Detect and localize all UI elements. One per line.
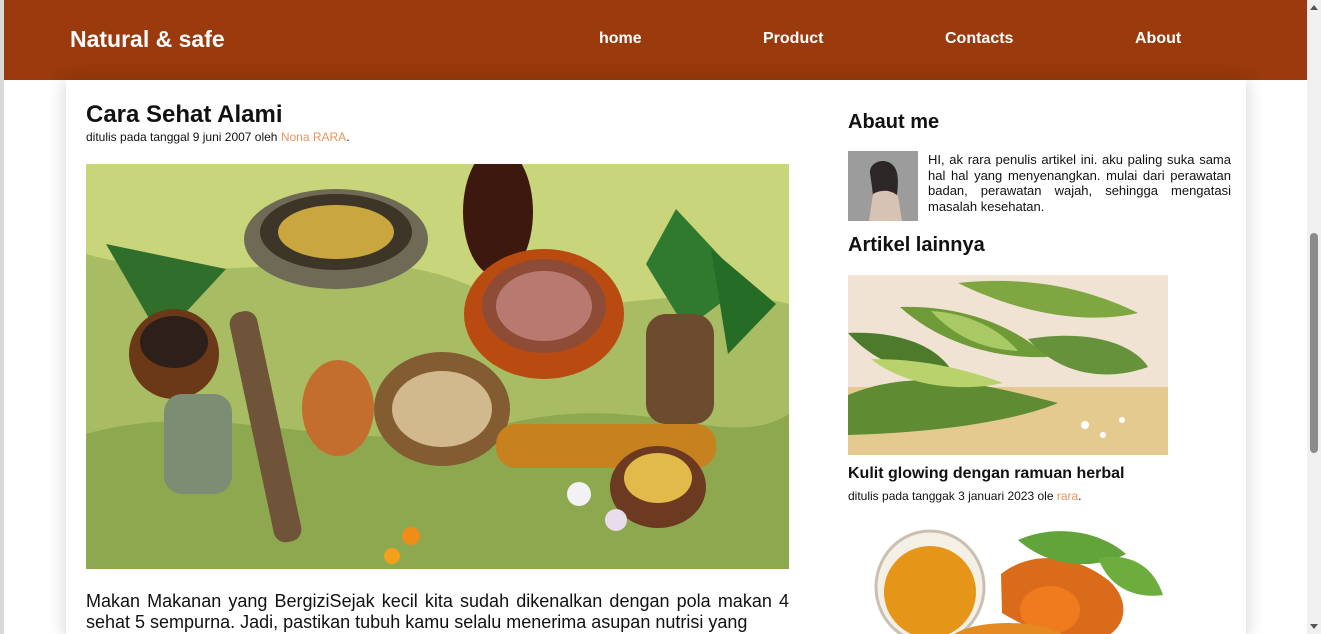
author-avatar — [848, 151, 918, 221]
author-portrait-illustration — [848, 151, 918, 221]
scrollbar-thumb[interactable] — [1310, 233, 1318, 453]
vertical-scrollbar[interactable] — [1307, 0, 1321, 634]
article-body: Makan Makanan yang BergiziSejak kecil ki… — [86, 591, 789, 632]
other-article-1-image[interactable] — [848, 275, 1168, 455]
brand-logo[interactable]: Natural & safe — [70, 26, 225, 53]
about-heading: Abaut me — [848, 111, 940, 133]
about-text: HI, ak rara penulis artikel ini. aku pal… — [928, 152, 1231, 214]
nav-link-home[interactable]: home — [599, 30, 642, 48]
other-article-1-title[interactable]: Kulit glowing dengan ramuan herbal — [848, 465, 1124, 483]
other-article-1-author-link[interactable]: rara — [1057, 489, 1078, 503]
other-article-1-meta-text: ditulis pada tanggak 3 januari 2023 ole — [848, 489, 1057, 503]
article-title: Cara Sehat Alami — [86, 101, 283, 128]
page-viewport: Natural & safe home Product Contacts Abo… — [4, 0, 1307, 634]
turmeric-illustration — [848, 522, 1168, 634]
article-author-link[interactable]: Nona RARA — [281, 130, 346, 144]
article-meta-end: . — [346, 130, 350, 144]
nav-link-contacts[interactable]: Contacts — [945, 30, 1013, 48]
nav-link-product[interactable]: Product — [763, 30, 823, 48]
other-article-2-image[interactable] — [848, 522, 1168, 634]
content-card: Cara Sehat Alami ditulis pada tanggal 9 … — [66, 80, 1246, 634]
hero-image-herbal-ingredients — [86, 164, 789, 569]
other-article-1-meta: ditulis pada tanggak 3 januari 2023 ole … — [848, 489, 1082, 503]
chevron-up-icon[interactable] — [1310, 5, 1318, 10]
chevron-down-icon[interactable] — [1310, 624, 1318, 629]
nav-link-about[interactable]: About — [1135, 30, 1181, 48]
navbar: Natural & safe home Product Contacts Abo… — [4, 0, 1307, 80]
other-article-1-meta-end: . — [1078, 489, 1082, 503]
aloe-vera-illustration — [848, 275, 1168, 455]
article-meta: ditulis pada tanggal 9 juni 2007 oleh No… — [86, 130, 350, 144]
article-meta-text: ditulis pada tanggal 9 juni 2007 oleh — [86, 130, 281, 144]
other-articles-heading: Artikel lainnya — [848, 234, 985, 256]
herbal-mortar-illustration — [86, 164, 789, 569]
